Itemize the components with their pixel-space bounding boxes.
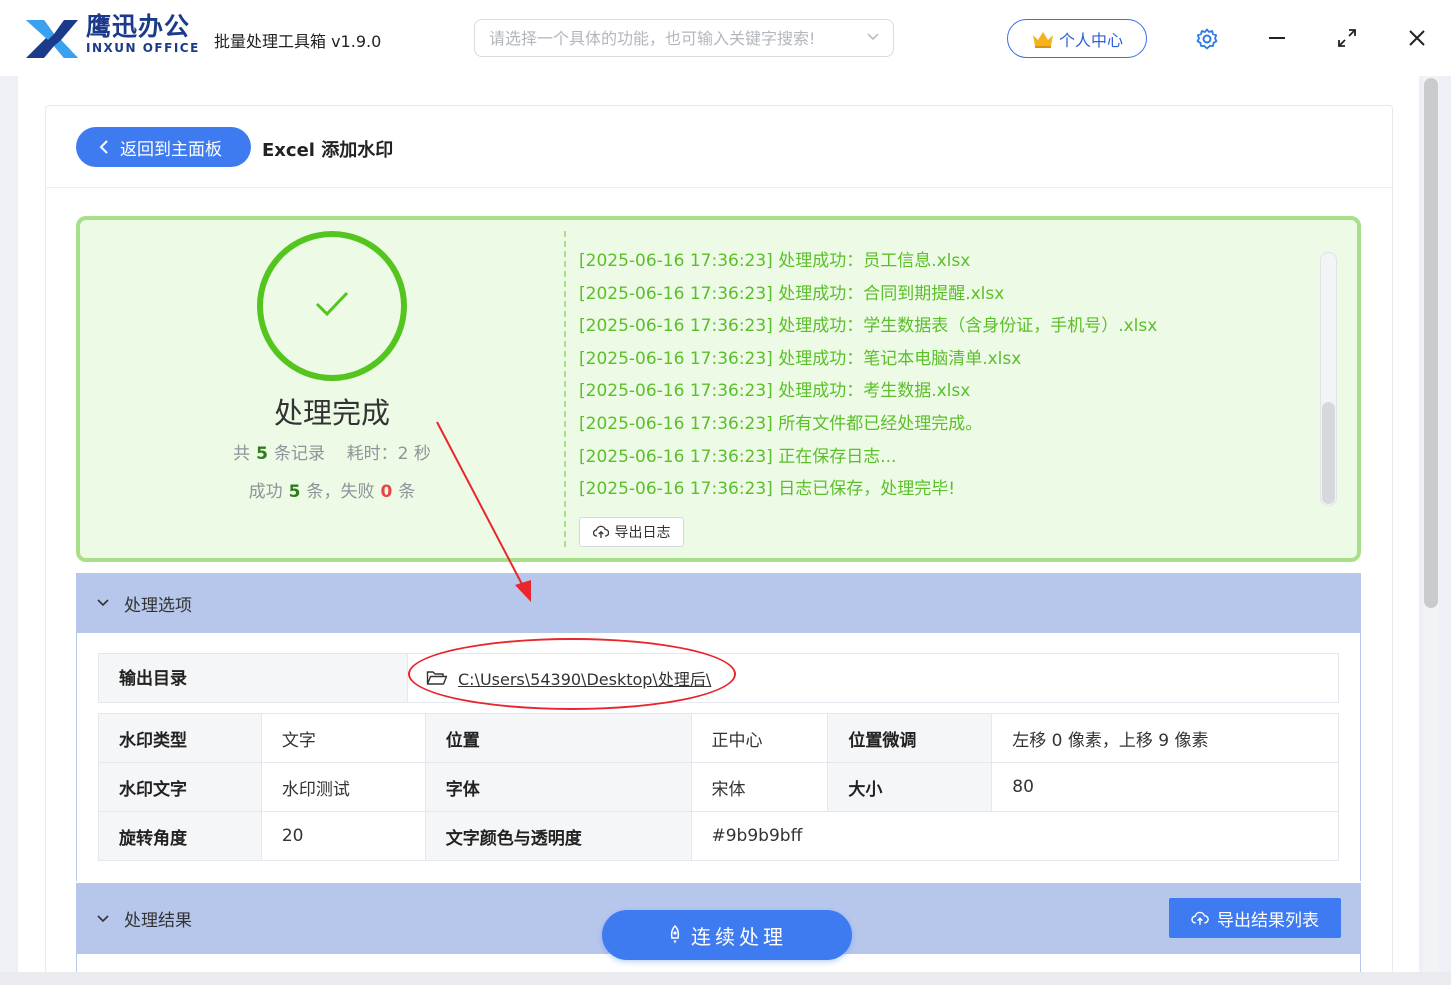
continue-label: 连续处理 [691, 924, 787, 949]
options-table: 水印类型 文字 位置 正中心 位置微调 左移 0 像素，上移 9 像素 水印文字… [98, 713, 1339, 861]
option-key: 旋转角度 [98, 811, 262, 861]
option-key: 文字颜色与透明度 [424, 811, 692, 861]
option-value: 左移 0 像素，上移 9 像素 [991, 713, 1339, 763]
user-center-button[interactable]: 个人中心 [1007, 19, 1147, 58]
result-title: 处理完成 [273, 396, 390, 430]
log-line: [2025-06-16 17:36:23] 处理成功：笔记本电脑清单.xlsx [579, 348, 1022, 369]
log-scrollbar-thumb[interactable] [1322, 402, 1335, 504]
page-title: Excel 添加水印 [262, 140, 394, 161]
option-key: 水印类型 [98, 713, 262, 763]
page-scrollbar-thumb[interactable] [1424, 78, 1438, 608]
rocket-icon [670, 925, 680, 944]
option-value: 正中心 [690, 713, 829, 763]
log-line: [2025-06-16 17:36:23] 处理成功：学生数据表（含身份证，手机… [579, 316, 1158, 337]
options-section-header[interactable]: 处理选项 [76, 573, 1361, 633]
fail-suffix: 条 [398, 482, 416, 502]
success-ring [257, 231, 407, 381]
gear-icon[interactable] [1195, 27, 1219, 51]
option-key: 字体 [424, 762, 692, 812]
results-section-title: 处理结果 [124, 911, 192, 931]
option-value: 水印测试 [260, 762, 426, 812]
search-input[interactable] [475, 20, 845, 56]
log-list: [2025-06-16 17:36:23] 处理成功：员工信息.xlsx [20… [579, 249, 1309, 510]
options-section-title: 处理选项 [124, 595, 192, 616]
export-log-button[interactable]: 导出日志 [579, 517, 684, 547]
summary-success-fail: 成功 5 条，失败 0 条 [182, 477, 482, 502]
chevron-down-icon [97, 914, 109, 922]
cloud-upload-icon [592, 525, 609, 538]
table-row: 水印文字 水印测试 字体 宋体 大小 80 [98, 762, 1339, 812]
highlight-ellipse [408, 638, 736, 710]
user-center-label: 个人中心 [1058, 30, 1123, 50]
success-count: 5 [288, 482, 301, 502]
check-icon [315, 291, 349, 317]
option-value: 宋体 [690, 762, 829, 812]
table-row: 旋转角度 20 文字颜色与透明度 #9b9b9bff [98, 811, 1339, 861]
inxun-logo-icon [26, 20, 78, 58]
brand-name-cn: 鹰迅办公 [86, 12, 191, 41]
search-box[interactable] [474, 19, 894, 57]
option-key: 位置 [424, 713, 692, 763]
header-divider [46, 187, 1392, 188]
export-results-button[interactable]: 导出结果列表 [1169, 898, 1341, 938]
log-line: [2025-06-16 17:36:23] 处理成功：合同到期提醒.xlsx [579, 283, 1005, 304]
option-key: 水印文字 [98, 762, 262, 812]
option-value: 20 [260, 811, 426, 861]
option-key: 大小 [827, 762, 993, 812]
option-value: 文字 [260, 713, 426, 763]
chevron-down-icon[interactable] [865, 29, 881, 45]
option-key: 位置微调 [827, 713, 993, 763]
success-prefix: 成功 [248, 482, 283, 502]
brand: 鹰迅办公 INXUN OFFICE [86, 12, 200, 56]
elapsed-time: 耗时：2 秒 [346, 444, 431, 464]
result-divider [564, 231, 566, 547]
log-line: [2025-06-16 17:36:23] 处理成功：员工信息.xlsx [579, 251, 971, 271]
output-dir-label: 输出目录 [98, 653, 408, 703]
window-bottom-edge [0, 972, 1451, 985]
log-line: [2025-06-16 17:36:23] 日志已保存，处理完毕! [579, 479, 956, 500]
fail-count: 0 [380, 482, 393, 502]
app-title: 批量处理工具箱 v1.9.0 [214, 32, 382, 51]
total-suffix: 条记录 [273, 444, 325, 464]
close-icon[interactable] [1405, 26, 1429, 50]
option-value: 80 [991, 762, 1339, 812]
log-line: [2025-06-16 17:36:23] 所有文件都已经处理完成。 [579, 413, 983, 434]
total-count: 5 [256, 444, 268, 464]
export-results-label: 导出结果列表 [1217, 910, 1319, 931]
continue-processing-button[interactable]: 连续处理 [602, 910, 852, 960]
success-suffix: 条，失败 [306, 482, 375, 502]
title-bar: 鹰迅办公 INXUN OFFICE 批量处理工具箱 v1.9.0 个人中心 [0, 0, 1451, 76]
export-log-label: 导出日志 [614, 525, 671, 541]
chevron-left-icon [99, 140, 108, 154]
maximize-icon[interactable] [1335, 26, 1359, 50]
log-line: [2025-06-16 17:36:23] 处理成功：考生数据.xlsx [579, 381, 971, 402]
option-value: #9b9b9bff [690, 811, 1339, 861]
brand-name-en: INXUN OFFICE [86, 41, 200, 55]
table-row: 水印类型 文字 位置 正中心 位置微调 左移 0 像素，上移 9 像素 [98, 713, 1339, 763]
back-to-dashboard-button[interactable]: 返回到主面板 [76, 127, 251, 167]
summary-total: 共 5 条记录 耗时：2 秒 [182, 439, 482, 464]
crown-icon [1032, 31, 1053, 48]
total-prefix: 共 [233, 444, 251, 464]
minimize-icon[interactable] [1265, 26, 1289, 50]
log-line: [2025-06-16 17:36:23] 正在保存日志... [579, 446, 897, 467]
chevron-down-icon [97, 599, 109, 607]
cloud-upload-icon [1191, 911, 1209, 925]
back-label: 返回到主面板 [120, 139, 222, 160]
